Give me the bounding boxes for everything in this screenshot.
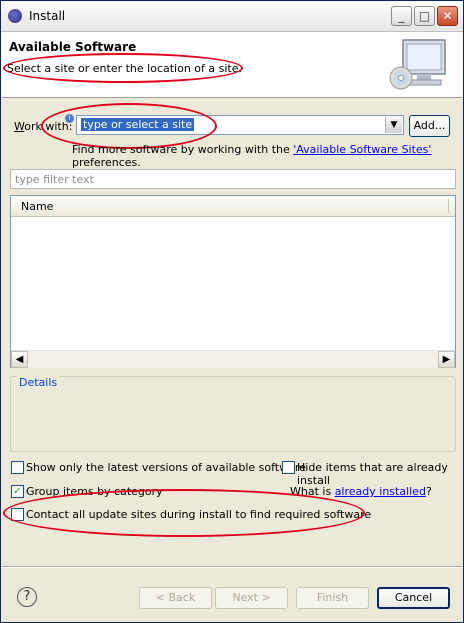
close-button[interactable]: ✕ [437,6,458,26]
show-latest-checkbox[interactable] [11,461,24,474]
eclipse-icon [8,9,22,23]
maximize-button[interactable]: □ [414,6,435,26]
add-site-button[interactable]: Add... [409,115,450,137]
install-dialog: Install _ □ ✕ Available Software Select … [0,0,464,623]
annotation-oval [3,53,243,83]
column-separator [448,199,449,213]
hide-installed-label[interactable]: Hide items that are already install [297,461,463,487]
chevron-down-icon[interactable]: ▼ [385,117,402,133]
next-button[interactable]: Next > [215,587,288,609]
already-installed-link[interactable]: already installed [335,485,426,498]
column-header-name[interactable]: Name [11,196,455,217]
finish-button[interactable]: Finish [296,587,369,609]
show-latest-label[interactable]: Show only the latest versions of availab… [26,461,306,474]
page-title: Available Software [9,40,137,54]
window-title: Install [29,9,66,23]
monitor-cd-icon [389,39,446,90]
filter-input[interactable]: type filter text [10,169,456,189]
find-more-text: Find more software by working with the '… [72,143,432,169]
title-bar: Install _ □ ✕ [1,1,463,32]
cancel-button[interactable]: Cancel [377,587,450,609]
scroll-left-icon[interactable]: ◀ [11,351,28,368]
filter-placeholder: type filter text [15,173,94,186]
back-button[interactable]: < Back [139,587,212,609]
help-icon[interactable]: ? [17,587,37,607]
horizontal-scrollbar[interactable]: ◀ ▶ [11,350,455,368]
scroll-right-icon[interactable]: ▶ [438,351,455,368]
details-label: Details [17,376,60,389]
hide-installed-checkbox[interactable] [282,461,295,474]
divider [1,566,463,568]
group-by-category-checkbox[interactable]: ✓ [11,485,24,498]
wizard-header: Available Software Select a site or ente… [1,32,463,98]
available-sites-link[interactable]: 'Available Software Sites' [293,143,431,156]
minimize-button[interactable]: _ [391,6,412,26]
details-group: Details [10,376,456,452]
software-table[interactable]: Name ◀ ▶ [10,195,456,368]
annotation-oval [3,489,365,537]
